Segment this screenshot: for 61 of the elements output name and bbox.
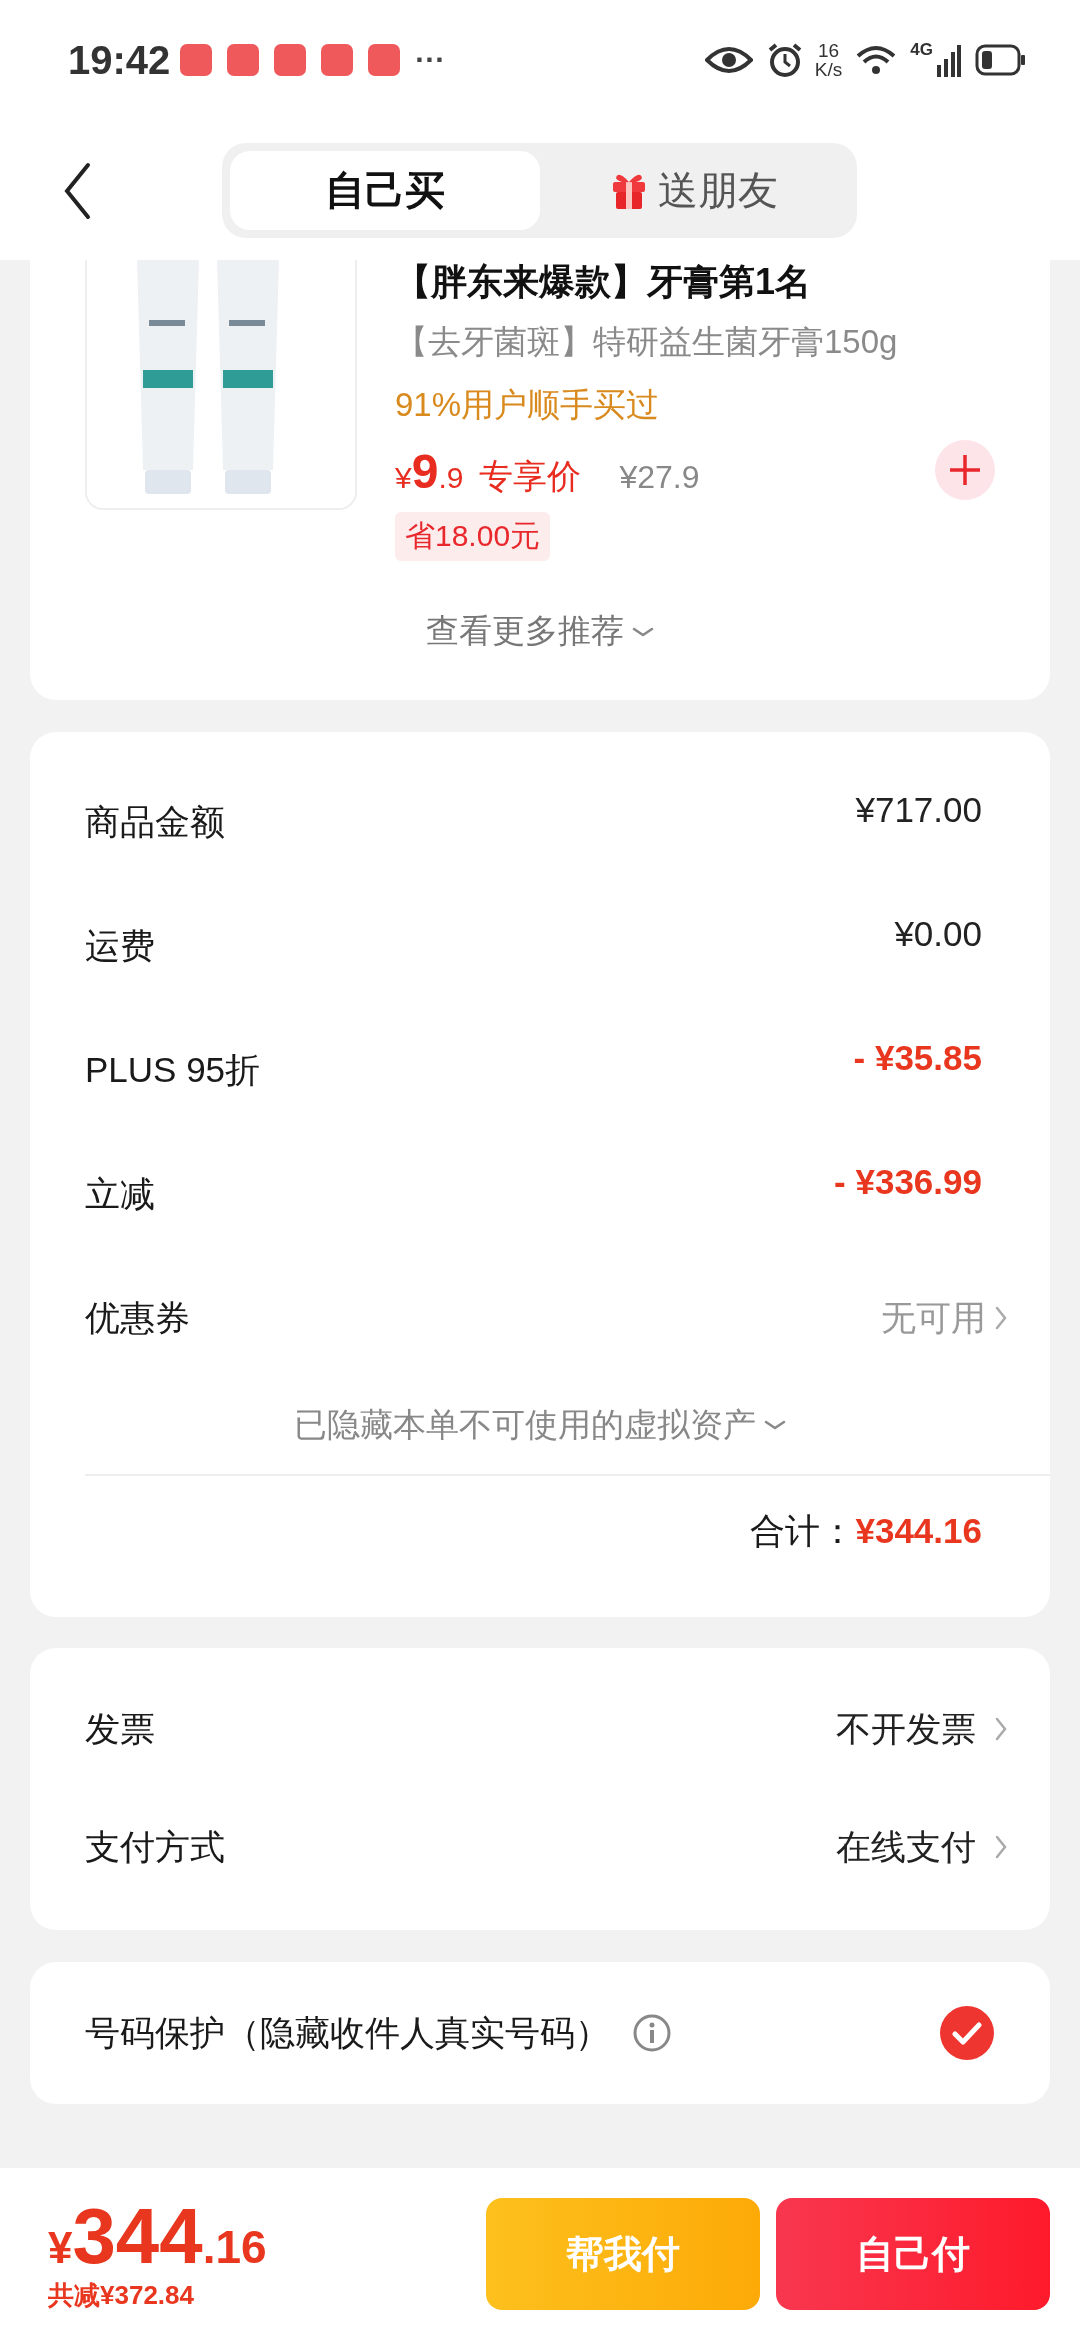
fee-label: 立减 bbox=[85, 1172, 156, 1215]
price-decimal: .9 bbox=[438, 461, 464, 495]
fee-label: 优惠券 bbox=[85, 1296, 191, 1339]
payable-decimal: .16 bbox=[202, 2220, 267, 2274]
price-integer: 9 bbox=[411, 444, 439, 499]
clock: 19:42 bbox=[68, 37, 171, 83]
coupon-status[interactable]: 无可用 bbox=[881, 1294, 986, 1342]
option-row[interactable]: 发票 不开发票 bbox=[85, 1670, 1008, 1788]
network-speed: 16 bbox=[818, 41, 840, 60]
discount-amount: - ¥336.99 bbox=[834, 1162, 982, 1202]
payable-integer: 344 bbox=[72, 2195, 203, 2276]
option-value: 在线支付 bbox=[836, 1825, 976, 1868]
info-icon[interactable] bbox=[632, 2013, 672, 2053]
fee-label: PLUS 95折 bbox=[85, 1048, 262, 1091]
option-label: 支付方式 bbox=[85, 1825, 226, 1868]
fee-label: 商品金额 bbox=[85, 800, 226, 843]
more-recommendations-link[interactable]: 查看更多推荐 bbox=[426, 609, 654, 654]
chevron-right-icon bbox=[994, 1715, 1008, 1743]
fee-label: 运费 bbox=[85, 924, 156, 967]
total-amount: ¥344.16 bbox=[855, 1511, 982, 1551]
notification-icon bbox=[321, 44, 354, 76]
total-savings: 共减¥372.84 bbox=[48, 2278, 195, 2312]
signal-icon bbox=[937, 43, 961, 77]
notification-icon bbox=[274, 44, 307, 76]
notification-icon bbox=[368, 44, 401, 76]
fee-amount: ¥0.00 bbox=[894, 914, 982, 954]
original-price: ¥27.9 bbox=[619, 459, 700, 496]
tab[interactable]: 自己买 bbox=[230, 150, 540, 230]
network-type: 4G bbox=[910, 40, 933, 60]
chevron-right-icon bbox=[994, 1304, 1008, 1332]
purchase-note: 91%用户顺手买过 bbox=[395, 385, 660, 425]
price-label: 专享价 bbox=[479, 456, 582, 497]
pay-button[interactable]: 自己付 bbox=[776, 2198, 1050, 2310]
battery-icon bbox=[975, 44, 1025, 76]
chevron-down-icon bbox=[764, 1419, 786, 1431]
currency-sign: ¥ bbox=[395, 461, 412, 495]
back-icon[interactable] bbox=[62, 162, 92, 220]
total-label: 合计： bbox=[750, 1509, 856, 1552]
discount-amount: - ¥35.85 bbox=[853, 1038, 982, 1078]
tab[interactable]: 送朋友 bbox=[539, 150, 849, 230]
hidden-assets-toggle[interactable]: 已隐藏本单不可使用的虚拟资产 bbox=[30, 1380, 1050, 1470]
currency-sign: ¥ bbox=[48, 2222, 73, 2273]
saving-tag: 省18.00元 bbox=[395, 512, 551, 561]
notification-icon bbox=[180, 44, 213, 76]
add-icon[interactable] bbox=[935, 440, 995, 500]
speed-unit: K/s bbox=[814, 60, 843, 79]
option-label: 发票 bbox=[85, 1707, 156, 1750]
notification-icon bbox=[227, 44, 260, 76]
fee-amount: ¥717.00 bbox=[855, 790, 982, 830]
wifi-icon bbox=[856, 44, 897, 76]
checkbox[interactable] bbox=[939, 2005, 995, 2061]
number-protection-label: 号码保护（隐藏收件人真实号码） bbox=[85, 2011, 610, 2054]
alarm-icon bbox=[766, 42, 803, 78]
more-notifications: ··· bbox=[415, 43, 446, 77]
product-title: 【胖东来爆款】牙膏第1名 bbox=[395, 260, 812, 304]
eye-icon bbox=[704, 44, 753, 76]
chevron-down-icon bbox=[632, 625, 654, 638]
option-row[interactable]: 支付方式 在线支付 bbox=[85, 1788, 1008, 1906]
option-value: 不开发票 bbox=[836, 1707, 976, 1750]
product-subtitle: 【去牙菌斑】特研益生菌牙膏150g bbox=[395, 322, 898, 362]
chevron-right-icon bbox=[994, 1833, 1008, 1861]
